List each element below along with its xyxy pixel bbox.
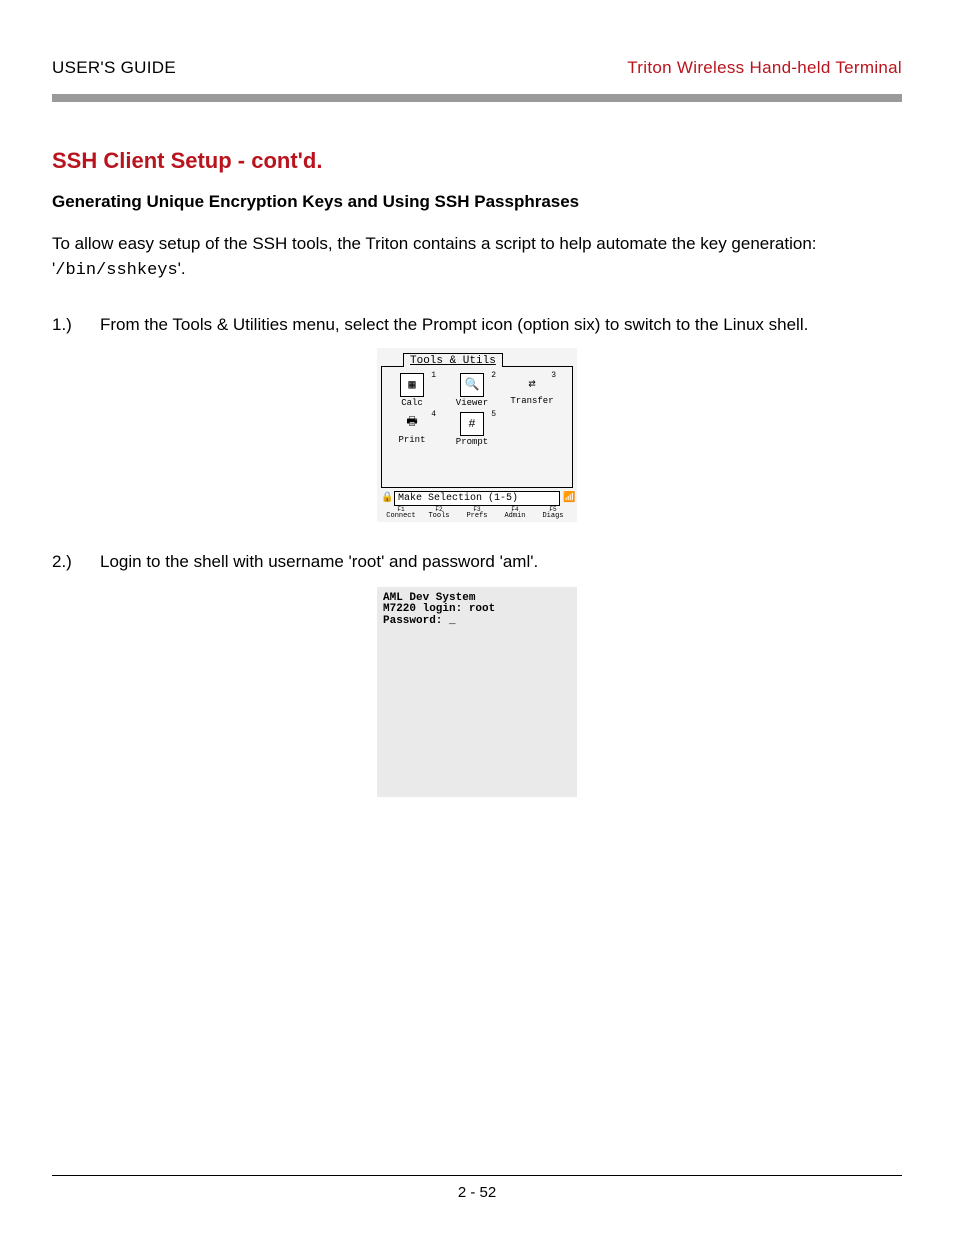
tool-viewer-num: 2 bbox=[491, 371, 496, 380]
step-1-text: From the Tools & Utilities menu, select … bbox=[100, 313, 902, 338]
tools-tab: Tools & Utils bbox=[403, 353, 503, 367]
page-number: 2 - 52 bbox=[458, 1184, 496, 1201]
fkey-tools: F2Tools bbox=[421, 507, 457, 520]
tool-transfer-num: 3 bbox=[551, 371, 556, 380]
tool-transfer-label: Transfer bbox=[510, 396, 553, 406]
header-right: Triton Wireless Hand-held Terminal bbox=[627, 58, 902, 78]
page-footer: 2 - 52 bbox=[0, 1175, 954, 1201]
header-rule bbox=[52, 94, 902, 102]
tool-print-num: 4 bbox=[431, 410, 436, 419]
tool-calc: 1 ▦ Calc bbox=[382, 371, 442, 410]
step-2: 2.) Login to the shell with username 'ro… bbox=[52, 550, 902, 575]
page-header: USER'S GUIDE Triton Wireless Hand-held T… bbox=[52, 58, 902, 78]
tool-print: 4 🖶 Print bbox=[382, 410, 442, 449]
footer-rule bbox=[52, 1175, 902, 1176]
tool-prompt-label: Prompt bbox=[456, 437, 488, 447]
subheading: Generating Unique Encryption Keys and Us… bbox=[52, 192, 902, 212]
status-text: Make Selection (1-5) bbox=[394, 491, 560, 506]
lock-icon: 🔒 bbox=[381, 492, 391, 504]
tool-transfer: 3 ⇄ Transfer bbox=[502, 371, 562, 410]
tool-calc-label: Calc bbox=[401, 398, 423, 408]
printer-icon: 🖶 bbox=[401, 412, 423, 434]
intro-paragraph: To allow easy setup of the SSH tools, th… bbox=[52, 232, 902, 283]
transfer-icon: ⇄ bbox=[521, 373, 543, 395]
fkey-admin: F4Admin bbox=[497, 507, 533, 520]
step-2-text: Login to the shell with username 'root' … bbox=[100, 550, 902, 575]
step-1: 1.) From the Tools & Utilities menu, sel… bbox=[52, 313, 902, 338]
term-line-3: Password: _ bbox=[383, 615, 456, 627]
fkey-connect: F1Connect bbox=[383, 507, 419, 520]
tool-viewer-label: Viewer bbox=[456, 398, 488, 408]
step-1-number: 1.) bbox=[52, 313, 100, 338]
antenna-icon: 📶 bbox=[563, 492, 573, 504]
screenshot-tools-utils: Tools & Utils 1 ▦ Calc 2 🔍 Viewer 3 bbox=[52, 348, 902, 522]
softkey-row: F1Connect F2Tools F3Prefs F4Admin F5Diag… bbox=[381, 506, 573, 520]
fkey-diags: F5Diags bbox=[535, 507, 571, 520]
magnifier-icon: 🔍 bbox=[460, 373, 484, 397]
section-title: SSH Client Setup - cont'd. bbox=[52, 148, 902, 174]
fkey-prefs: F3Prefs bbox=[459, 507, 495, 520]
intro-post: '. bbox=[178, 259, 186, 278]
tool-print-label: Print bbox=[398, 435, 425, 445]
tool-calc-num: 1 bbox=[431, 371, 436, 380]
tools-panel: 1 ▦ Calc 2 🔍 Viewer 3 ⇄ Transfer bbox=[381, 366, 573, 488]
tool-prompt-num: 5 bbox=[491, 410, 496, 419]
screenshot-login-terminal: AML Dev System M7220 login: root Passwor… bbox=[52, 587, 902, 797]
tool-viewer: 2 🔍 Viewer bbox=[442, 371, 502, 410]
intro-code: /bin/sshkeys bbox=[55, 261, 177, 280]
term-line-2: M7220 login: root bbox=[383, 603, 495, 615]
calculator-icon: ▦ bbox=[400, 373, 424, 397]
step-2-number: 2.) bbox=[52, 550, 100, 575]
tool-prompt: 5 # Prompt bbox=[442, 410, 502, 449]
header-left: USER'S GUIDE bbox=[52, 58, 176, 78]
term-line-1: AML Dev System bbox=[383, 592, 475, 604]
prompt-icon: # bbox=[460, 412, 484, 436]
